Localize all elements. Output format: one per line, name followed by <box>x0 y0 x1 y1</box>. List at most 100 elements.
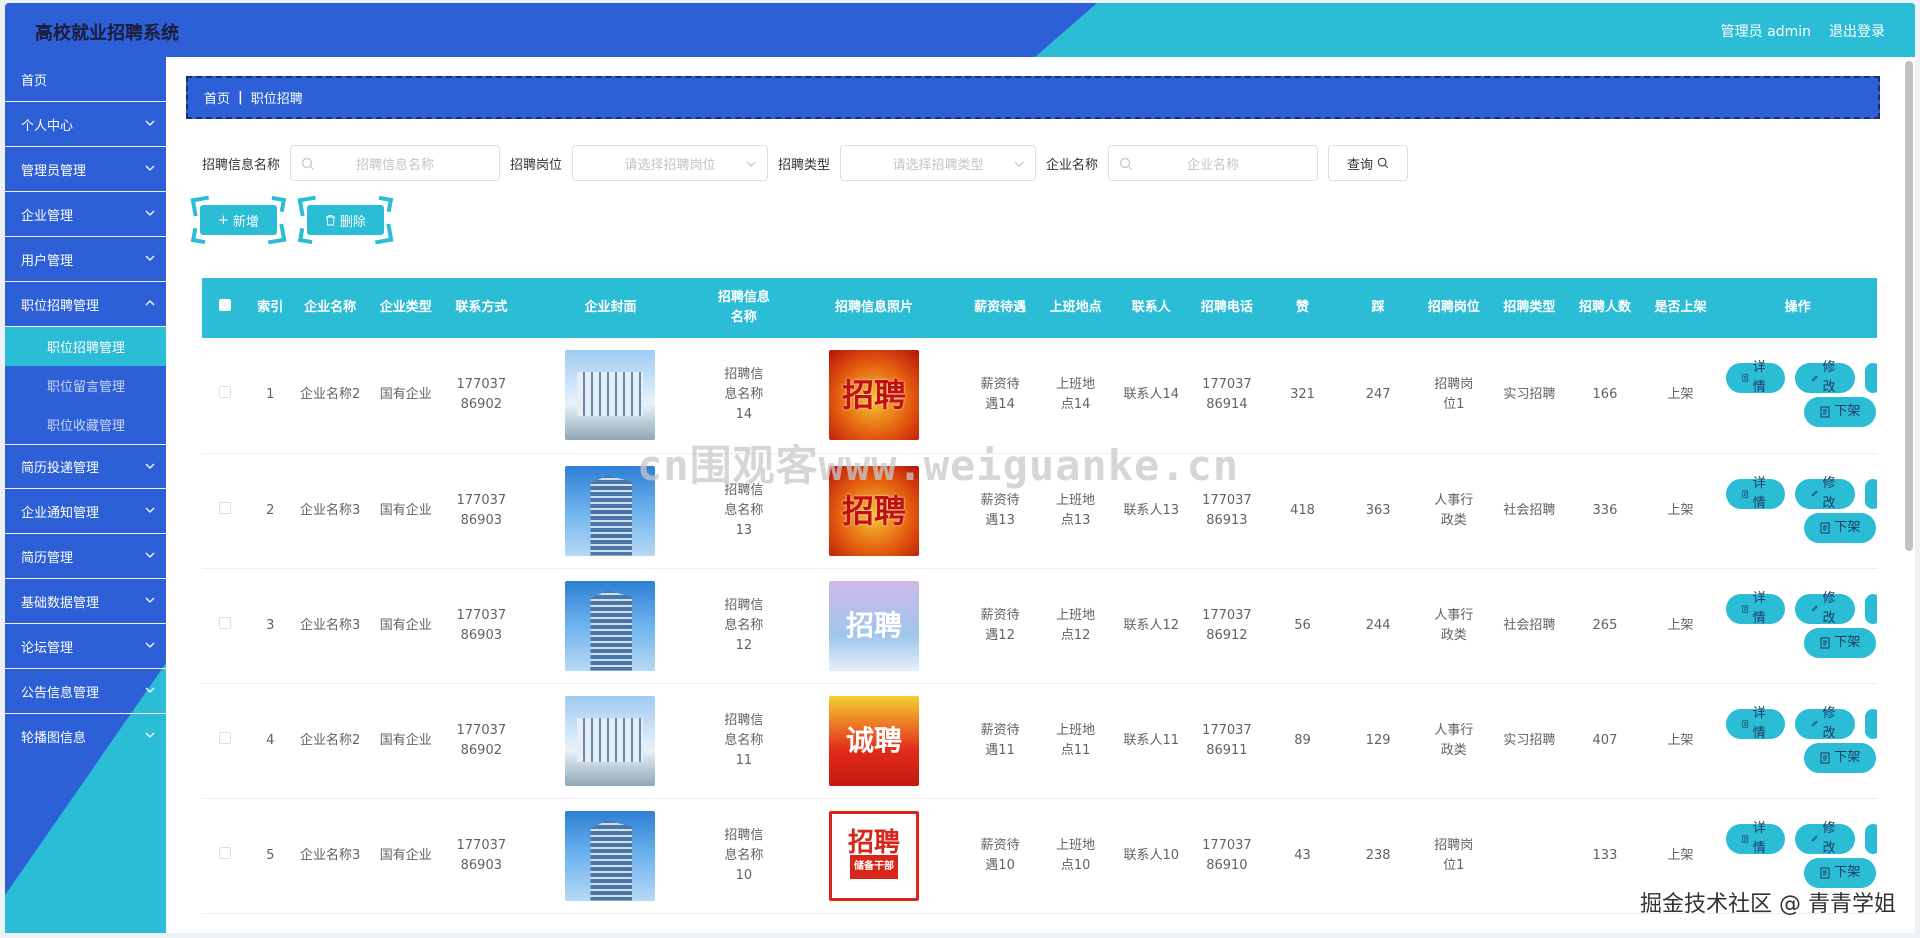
delete-row-button[interactable] <box>1865 363 1877 394</box>
row-select-cell[interactable] <box>202 338 249 454</box>
table-cell: 联系人14 <box>1113 338 1190 454</box>
table-cell: 招聘岗位1 <box>1415 798 1492 914</box>
offline-button[interactable]: 下架 <box>1804 512 1877 543</box>
company-cover-image[interactable] <box>565 465 656 556</box>
vertical-scrollbar[interactable] <box>1905 61 1913 551</box>
chevron-down-icon <box>145 120 155 126</box>
detail-label: 详情 <box>1752 590 1766 626</box>
sidebar-item-home[interactable]: 首页 <box>5 57 166 102</box>
poster-cell: 诚聘 <box>785 683 963 799</box>
query-button[interactable]: 查询 <box>1328 145 1409 181</box>
detail-label: 详情 <box>1752 705 1766 741</box>
search-input-company[interactable]: 企业名称 <box>1108 145 1319 181</box>
sidebar-item-label: 轮播图信息 <box>21 731 87 746</box>
table-cell: 17703786912 <box>1189 568 1265 684</box>
detail-label: 详情 <box>1752 475 1766 511</box>
offline-label: 下架 <box>1834 404 1861 420</box>
delete-row-button[interactable] <box>1865 478 1877 509</box>
offline-button[interactable]: 下架 <box>1804 397 1877 428</box>
delete-row-button[interactable] <box>1865 708 1877 739</box>
table-cell: 招聘信息名称14 <box>701 338 786 454</box>
table-cell: 国有企业 <box>367 798 444 914</box>
sidebar-item-profile[interactable]: 个人中心 <box>5 102 166 147</box>
company-cover-image[interactable] <box>565 350 656 441</box>
row-checkbox[interactable] <box>219 731 232 744</box>
company-cover-image[interactable] <box>565 810 656 901</box>
edit-button[interactable]: 修改 <box>1795 360 1856 395</box>
sidebar-item-admins[interactable]: 管理员管理 <box>5 147 166 192</box>
table-cell: 人事行政类 <box>1415 453 1492 569</box>
row-checkbox[interactable] <box>219 846 232 859</box>
select-all-cell[interactable] <box>202 278 249 338</box>
add-button[interactable]: + 新增 <box>190 195 287 245</box>
submenu-job-favorites[interactable]: 职位收藏管理 <box>5 405 166 444</box>
job-poster-image[interactable]: 招聘 <box>829 350 920 441</box>
sidebar-item-forum[interactable]: 论坛管理 <box>5 624 166 669</box>
sidebar-item-announcements[interactable]: 公告信息管理 <box>5 669 166 714</box>
breadcrumb-home[interactable]: 首页 <box>204 88 230 107</box>
row-select-cell[interactable] <box>202 798 249 914</box>
company-cover-image[interactable] <box>565 695 656 786</box>
sidebar-item-company-notice[interactable]: 企业通知管理 <box>5 489 166 534</box>
col-header: 招聘岗位 <box>1415 278 1492 338</box>
table-cell: 联系人11 <box>1113 683 1190 799</box>
detail-button[interactable]: 详情 <box>1726 476 1786 511</box>
search-input-name[interactable]: 招聘信息名称 <box>290 145 501 181</box>
row-checkbox[interactable] <box>219 501 232 514</box>
offline-button[interactable]: 下架 <box>1804 857 1877 888</box>
table-cell: 17703786910 <box>1189 798 1265 914</box>
sidebar-item-base-data[interactable]: 基础数据管理 <box>5 579 166 624</box>
col-header: 招聘电话 <box>1189 278 1265 338</box>
table-cell: 166 <box>1567 338 1643 454</box>
company-cover-image[interactable] <box>565 580 656 671</box>
submenu-job-manage[interactable]: 职位招聘管理 <box>5 327 166 366</box>
sidebar: 首页 个人中心 管理员管理 企业管理 用户管理 职位招聘管理 职位招聘管理 职位… <box>5 57 166 933</box>
submenu-job-comments[interactable]: 职位留言管理 <box>5 366 166 405</box>
row-checkbox[interactable] <box>219 386 232 399</box>
row-select-cell[interactable] <box>202 568 249 684</box>
job-poster-image[interactable]: 招聘 <box>829 465 920 556</box>
logout-link[interactable]: 退出登录 <box>1829 21 1885 41</box>
detail-button[interactable]: 详情 <box>1726 706 1786 741</box>
row-select-cell[interactable] <box>202 683 249 799</box>
detail-button[interactable]: 详情 <box>1726 360 1786 395</box>
table-cell: 17703786902 <box>443 683 520 799</box>
col-header: 是否上架 <box>1642 278 1719 338</box>
job-poster-image[interactable]: 诚聘 <box>829 695 920 786</box>
select-all-checkbox[interactable] <box>219 299 232 311</box>
sidebar-item-resume-delivery[interactable]: 简历投递管理 <box>5 444 166 489</box>
table-cell: 人事行政类 <box>1415 683 1492 799</box>
sidebar-item-users[interactable]: 用户管理 <box>5 237 166 282</box>
edit-button[interactable]: 修改 <box>1795 821 1856 856</box>
current-user: 管理员 admin <box>1720 24 1811 40</box>
delete-row-button[interactable] <box>1865 823 1877 854</box>
table-cell: 实习招聘 <box>1491 683 1568 799</box>
table-cell: 联系人13 <box>1113 453 1190 569</box>
sidebar-item-jobs[interactable]: 职位招聘管理 <box>5 282 166 327</box>
delete-button[interactable]: 删除 <box>297 195 394 245</box>
sidebar-item-carousel[interactable]: 轮播图信息 <box>5 714 166 759</box>
detail-button[interactable]: 详情 <box>1726 821 1786 856</box>
select-post[interactable]: 请选择招聘岗位 <box>572 145 769 181</box>
job-poster-image[interactable]: 招聘 储备干部 <box>829 810 920 901</box>
edit-button[interactable]: 修改 <box>1795 706 1856 741</box>
row-select-cell[interactable] <box>202 453 249 569</box>
row-checkbox[interactable] <box>219 616 232 629</box>
table-cell: 133 <box>1567 798 1643 914</box>
offline-button[interactable]: 下架 <box>1804 742 1877 773</box>
table-cell: 上架 <box>1642 453 1719 569</box>
select-type[interactable]: 请选择招聘类型 <box>840 145 1037 181</box>
sidebar-item-companies[interactable]: 企业管理 <box>5 192 166 237</box>
edit-button[interactable]: 修改 <box>1795 476 1856 511</box>
detail-button[interactable]: 详情 <box>1726 591 1786 626</box>
cover-cell <box>519 568 702 684</box>
job-poster-image[interactable]: 招聘 <box>829 580 920 671</box>
search-icon <box>301 157 314 170</box>
sidebar-item-resumes[interactable]: 简历管理 <box>5 534 166 579</box>
edit-button[interactable]: 修改 <box>1795 591 1856 626</box>
sidebar-item-label: 首页 <box>21 73 48 89</box>
sidebar-item-label: 公告信息管理 <box>21 685 100 701</box>
offline-button[interactable]: 下架 <box>1804 627 1877 658</box>
delete-row-button[interactable] <box>1865 593 1877 624</box>
table-cell: 17703786913 <box>1189 453 1265 569</box>
